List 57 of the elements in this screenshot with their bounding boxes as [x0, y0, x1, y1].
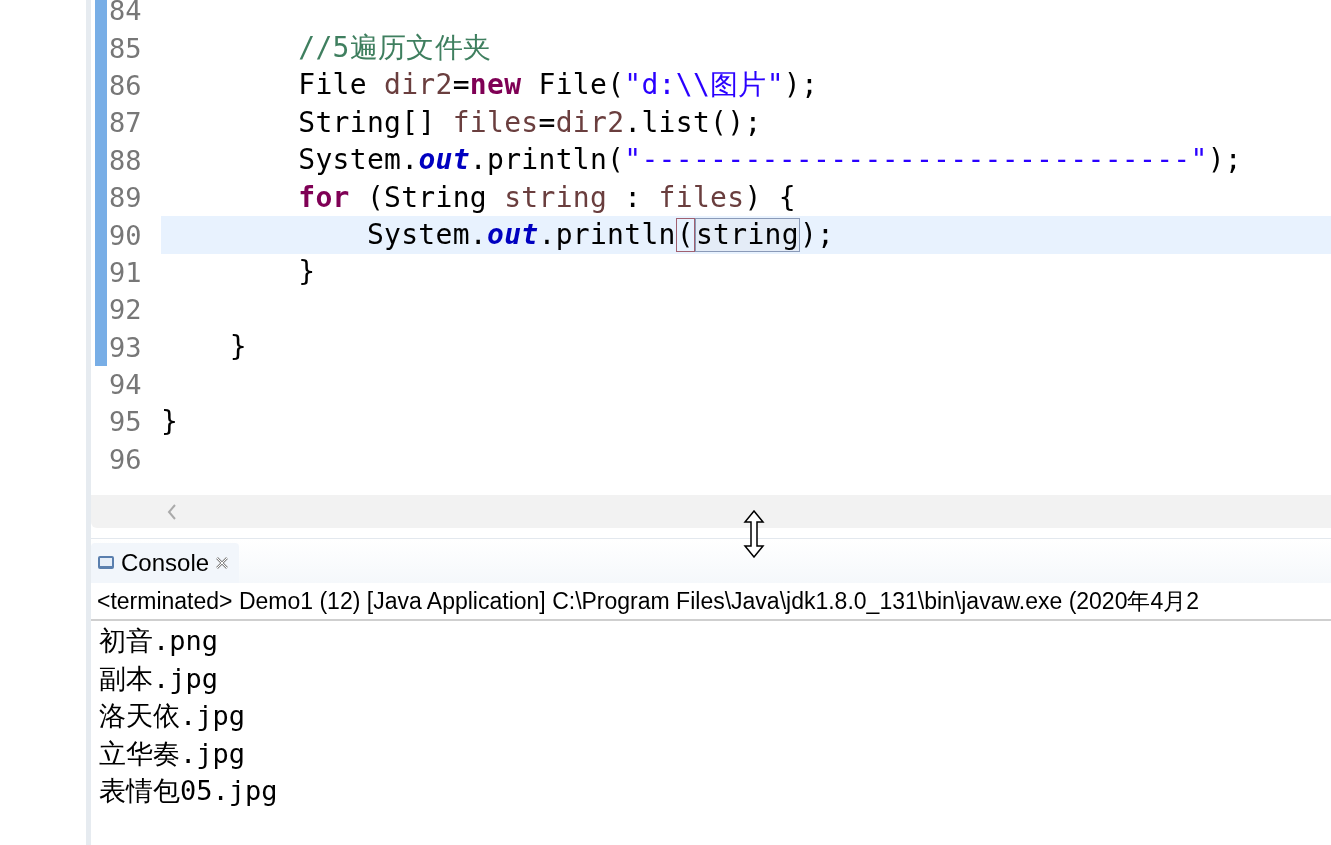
scroll-left-icon[interactable]	[167, 503, 177, 520]
line-number: 90	[108, 219, 143, 251]
line-number: 88	[108, 144, 143, 176]
line-number: 84	[108, 0, 143, 27]
code-token: );	[783, 69, 819, 102]
code-token: for	[297, 181, 350, 214]
code-token: }	[297, 256, 316, 289]
console-output-line: 副本.jpg	[99, 661, 219, 696]
code-token: (String	[365, 181, 488, 214]
line-number: 91	[108, 256, 143, 288]
console-status-text: <terminated> Demo1 (12) [Java Application] C:\Program Files\Java\jdk1.8.0_131\bin\javaw.exe (2020年4月2	[97, 586, 1200, 616]
close-icon[interactable]	[215, 556, 230, 570]
code-token: File	[297, 69, 368, 102]
code-token: :	[623, 181, 643, 214]
line-number: 86	[108, 69, 143, 101]
code-token: "d:\\图片"	[624, 69, 784, 102]
code-token: files	[658, 181, 745, 214]
line-number: 92	[108, 294, 143, 326]
code-token: =	[452, 69, 470, 102]
console-output-line: 洛天依.jpg	[99, 699, 246, 733]
line-number: 93	[108, 331, 143, 363]
code-token: files	[452, 106, 539, 139]
code-token: new	[469, 69, 522, 102]
console-tab[interactable]: Console	[91, 543, 240, 583]
line-number: 94	[108, 369, 143, 401]
code-token: dir2	[384, 69, 453, 102]
console-output-line: 立华奏.jpg	[99, 736, 246, 771]
horizontal-scrollbar[interactable]	[91, 495, 1331, 528]
code-token: string	[694, 218, 800, 253]
code-token: );	[1207, 144, 1242, 177]
code-token: }	[228, 331, 247, 364]
code-token: dir2	[555, 106, 625, 139]
code-comment: //5遍历文件夹	[297, 32, 492, 65]
line-number: 87	[108, 107, 143, 139]
console-icon	[97, 554, 115, 572]
code-token: out	[487, 219, 539, 252]
code-token: ) {	[744, 181, 796, 214]
console-output-line: 表情包05.jpg	[99, 774, 278, 808]
code-token: System.	[365, 219, 487, 252]
code-token: .list();	[624, 106, 762, 139]
line-number: 85	[108, 32, 143, 64]
code-token: System.	[297, 144, 419, 177]
code-token: "--------------------------------"	[624, 144, 1208, 177]
line-number: 96	[108, 443, 143, 475]
code-token: File(	[537, 69, 625, 102]
code-token: string	[504, 181, 608, 214]
code-token: );	[799, 219, 835, 252]
console-output-line: 初音.png	[99, 624, 219, 658]
code-token: .println(	[469, 144, 625, 177]
code-token: =	[538, 106, 556, 139]
code-token: out	[418, 144, 470, 177]
line-number: 89	[108, 182, 143, 214]
code-token: String[]	[297, 106, 437, 139]
code-token: }	[161, 406, 179, 438]
code-token: .println	[538, 219, 676, 252]
code-token: (	[675, 218, 695, 253]
line-number: 95	[108, 406, 143, 438]
